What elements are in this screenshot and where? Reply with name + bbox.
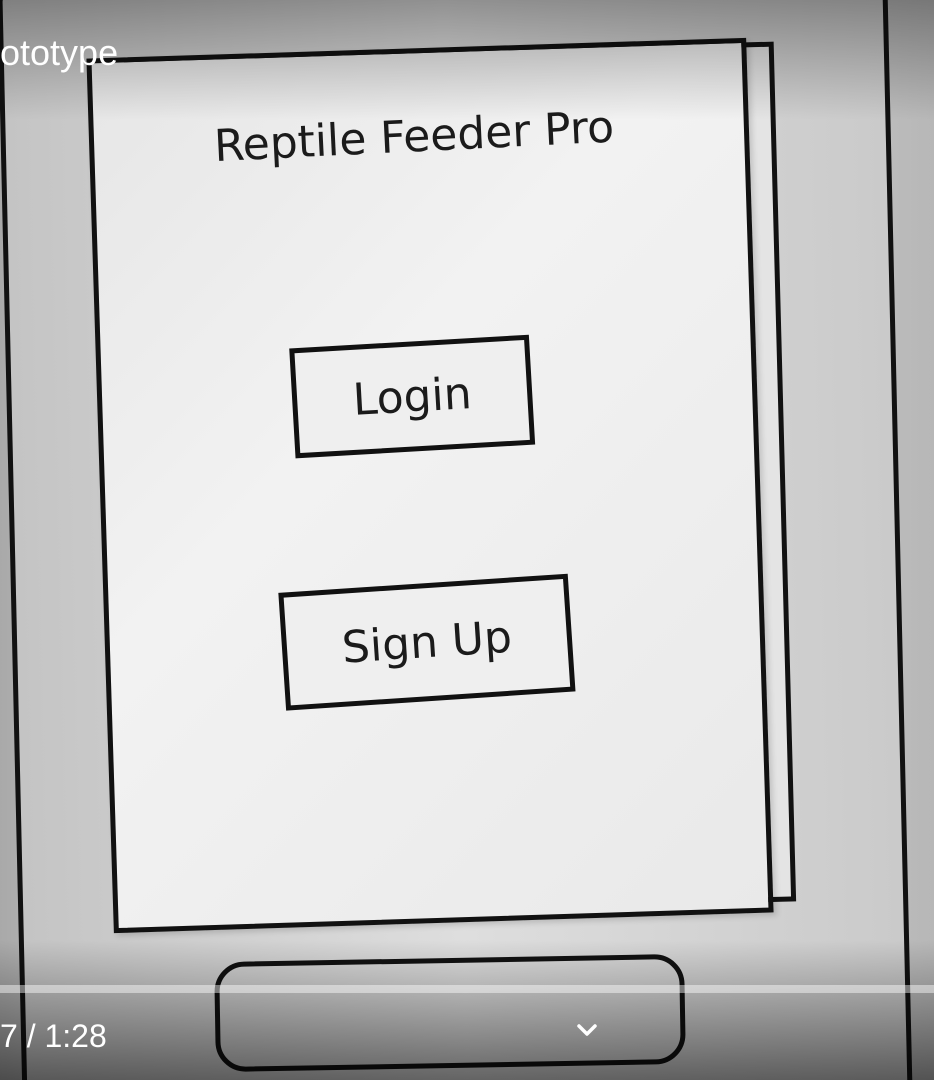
top-overlay [0, 0, 934, 120]
login-button[interactable]: Login [289, 334, 536, 459]
video-title[interactable]: ototype [0, 32, 118, 74]
time-display: 7 / 1:28 [0, 1018, 107, 1054]
bottom-overlay [0, 940, 934, 1080]
signup-button[interactable]: Sign Up [278, 573, 576, 711]
paper-screen: Reptile Feeder Pro Login Sign Up [86, 37, 774, 934]
progress-bar[interactable] [0, 985, 934, 993]
chevron-down-icon[interactable] [572, 1016, 602, 1046]
video-frame[interactable]: Reptile Feeder Pro Login Sign Up ototype… [0, 0, 934, 1080]
